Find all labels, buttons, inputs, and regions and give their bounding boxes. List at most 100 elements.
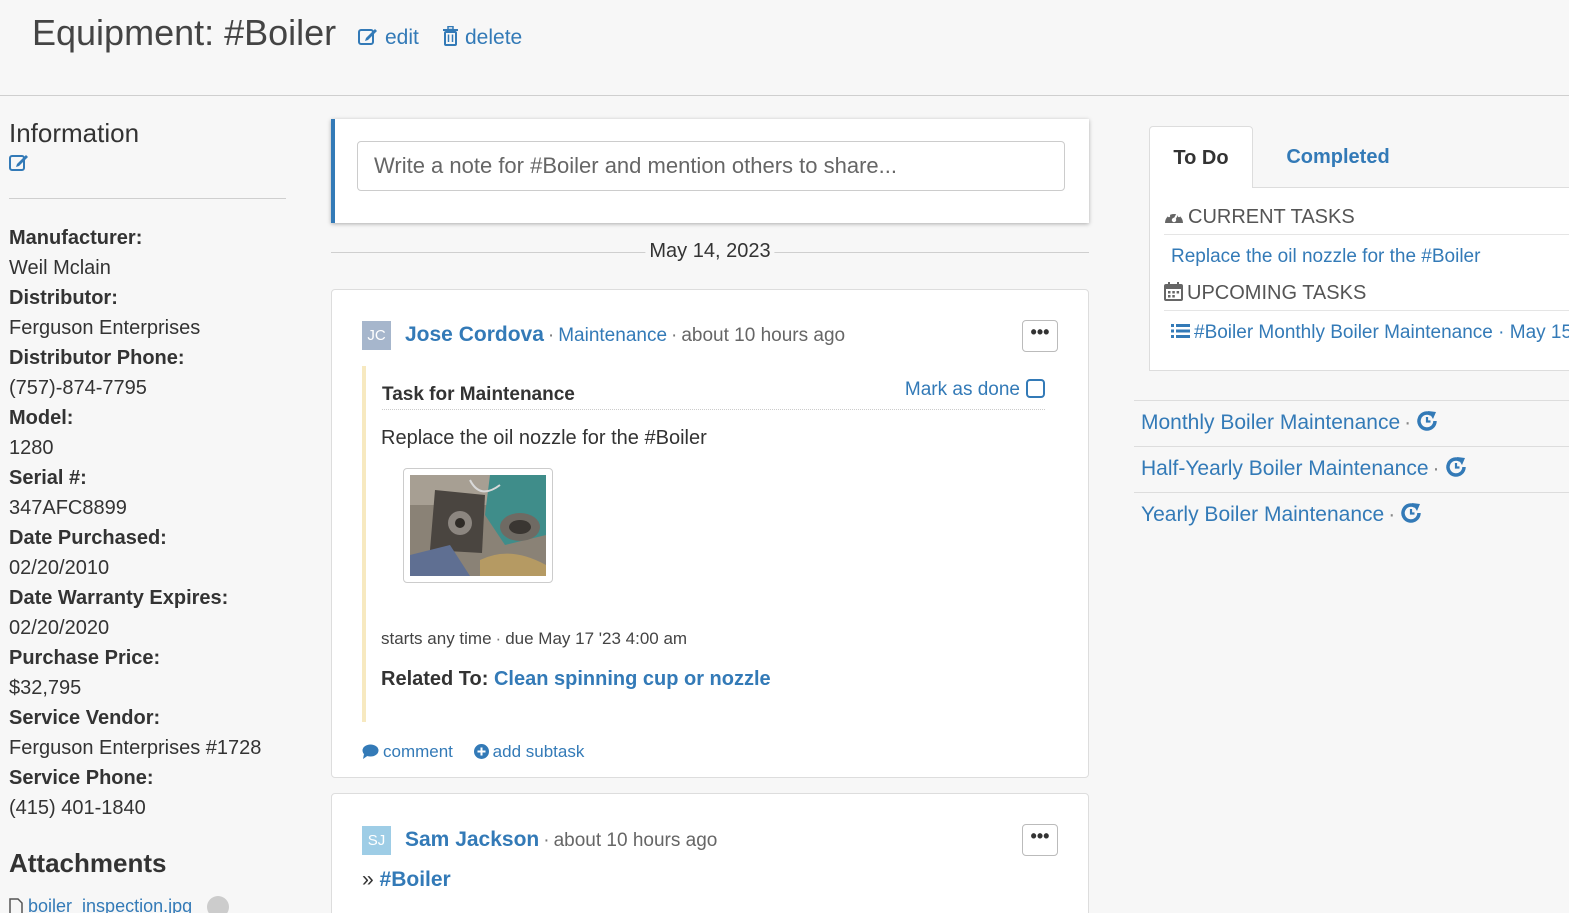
recurring-item-label: Yearly Boiler Maintenance bbox=[1141, 503, 1385, 526]
date-separator-text: May 14, 2023 bbox=[645, 240, 775, 263]
field-label: Manufacturer: bbox=[9, 227, 143, 249]
feed-post: JC Jose Cordova · Maintenance · about 10 hou… bbox=[331, 289, 1089, 778]
post-time: about 10 hours ago bbox=[553, 830, 718, 851]
post-meta: Sam Jackson · about 10 hours ago bbox=[405, 828, 717, 852]
info-field-manufacturer: Manufacturer: Weil Mclain bbox=[9, 223, 286, 283]
task-header: Task for Maintenance Mark as done bbox=[382, 378, 1045, 410]
recurring-schedule-list: Monthly Boiler Maintenance · Half-Yearly … bbox=[1134, 400, 1569, 538]
field-value: Ferguson Enterprises bbox=[9, 317, 201, 339]
separator-dot: · bbox=[1388, 503, 1396, 526]
field-value: (757)-874-7795 bbox=[9, 377, 147, 399]
boiler-photo bbox=[410, 475, 546, 576]
edit-button[interactable]: edit bbox=[358, 26, 419, 50]
field-value: 347AFC8899 bbox=[9, 497, 127, 519]
related-task-link[interactable]: Clean spinning cup or nozzle bbox=[494, 668, 771, 690]
field-label: Date Purchased: bbox=[9, 527, 167, 549]
task-schedule: starts any time · due May 17 '23 4:00 am bbox=[381, 629, 687, 649]
category-link[interactable]: Maintenance bbox=[558, 325, 667, 346]
field-label: Service Phone: bbox=[9, 767, 154, 789]
avatar: SJ bbox=[362, 826, 391, 855]
field-label: Serial #: bbox=[9, 467, 87, 489]
info-field-distributor-phone: Distributor Phone: (757)-874-7795 bbox=[9, 343, 286, 403]
recurring-item-half-yearly[interactable]: Half-Yearly Boiler Maintenance · bbox=[1134, 446, 1569, 492]
task-title: Task for Maintenance bbox=[382, 384, 575, 405]
separator-dot: · bbox=[1404, 411, 1412, 434]
recurring-icon bbox=[1417, 410, 1437, 431]
add-subtask-button[interactable]: add subtask bbox=[473, 742, 585, 761]
related-label: Related To: bbox=[381, 668, 489, 690]
post-actions: comment add subtask bbox=[362, 742, 600, 762]
separator-dot: · bbox=[671, 325, 678, 346]
post-meta: Jose Cordova · Maintenance · about 10 hours … bbox=[405, 323, 845, 347]
author-link[interactable]: Sam Jackson bbox=[405, 828, 539, 851]
page-title: Equipment: #Boiler bbox=[32, 12, 337, 53]
more-options-button[interactable]: ••• bbox=[1022, 320, 1058, 352]
comment-label: comment bbox=[383, 742, 453, 761]
mark-as-done-label: Mark as done bbox=[904, 379, 1020, 400]
avatar: JC bbox=[362, 321, 391, 350]
info-field-serial: Serial #: 347AFC8899 bbox=[9, 463, 286, 523]
plus-circle-icon bbox=[473, 743, 489, 759]
delete-label: delete bbox=[465, 26, 523, 49]
note-input[interactable] bbox=[357, 141, 1065, 191]
attachments-title: Attachments bbox=[9, 848, 167, 878]
more-options-button[interactable]: ••• bbox=[1022, 824, 1058, 856]
recurring-item-monthly[interactable]: Monthly Boiler Maintenance · bbox=[1134, 400, 1569, 446]
page-header: Equipment: #Boiler edit delete bbox=[0, 0, 1569, 96]
info-field-model: Model: 1280 bbox=[9, 403, 286, 463]
add-subtask-label: add subtask bbox=[492, 742, 585, 761]
current-tasks-header: CURRENT TASKS bbox=[1164, 206, 1355, 229]
info-divider bbox=[9, 198, 286, 199]
upcoming-tasks-label: UPCOMING TASKS bbox=[1187, 282, 1367, 304]
edit-label: edit bbox=[385, 26, 419, 49]
comment-button[interactable]: comment bbox=[362, 742, 453, 761]
file-icon bbox=[9, 898, 23, 913]
info-field-service-vendor: Service Vendor: Ferguson Enterprises #172… bbox=[9, 703, 286, 763]
remove-attachment-icon[interactable] bbox=[207, 896, 230, 913]
field-value: (415) 401-1840 bbox=[9, 797, 146, 819]
field-value: $32,795 bbox=[9, 677, 82, 699]
delete-button[interactable]: delete bbox=[442, 26, 522, 50]
current-task-link[interactable]: Replace the oil nozzle for the #Boiler bbox=[1171, 246, 1480, 268]
recurring-icon bbox=[1445, 456, 1466, 477]
dashboard-icon bbox=[1165, 210, 1183, 223]
recurring-item-yearly[interactable]: Yearly Boiler Maintenance · bbox=[1134, 492, 1569, 538]
breadcrumb-tag-link[interactable]: #Boiler bbox=[380, 868, 451, 891]
separator-dot: · bbox=[1432, 457, 1440, 480]
task-due: due May 17 '23 4:00 am bbox=[505, 629, 688, 648]
info-field-purchase-price: Purchase Price: $32,795 bbox=[9, 643, 286, 703]
attachment-link[interactable]: boiler_inspection.jpg bbox=[28, 896, 192, 913]
separator-dot: · bbox=[547, 325, 555, 346]
field-label: Service Vendor: bbox=[9, 707, 161, 729]
list-icon bbox=[1171, 323, 1190, 338]
upcoming-tasks-header: UPCOMING TASKS bbox=[1164, 282, 1366, 305]
info-edit-button[interactable] bbox=[9, 152, 286, 174]
task-start: starts any time bbox=[381, 629, 492, 648]
tab-completed[interactable]: Completed bbox=[1253, 126, 1423, 188]
calendar-icon bbox=[1164, 282, 1183, 302]
attachment-item: boiler_inspection.jpg bbox=[9, 896, 230, 913]
task-image-thumbnail[interactable] bbox=[403, 468, 553, 583]
info-field-date-purchased: Date Purchased: 02/20/2010 bbox=[9, 523, 286, 583]
field-value: 02/20/2010 bbox=[9, 557, 110, 579]
field-value: Ferguson Enterprises #1728 bbox=[9, 737, 262, 759]
field-label: Distributor: bbox=[9, 287, 118, 309]
author-link[interactable]: Jose Cordova bbox=[405, 323, 544, 346]
date-separator: May 14, 2023 bbox=[331, 240, 1089, 266]
field-value: 02/20/2020 bbox=[9, 617, 110, 639]
recurring-icon bbox=[1401, 502, 1421, 523]
comment-icon bbox=[362, 744, 379, 759]
upcoming-task-link[interactable]: #Boiler Monthly Boiler Maintenance · May… bbox=[1171, 322, 1569, 344]
mark-as-done-toggle[interactable]: Mark as done bbox=[904, 378, 1045, 401]
field-value: 1280 bbox=[9, 437, 54, 459]
feed-post: SJ Sam Jackson · about 10 hours ago ••• » … bbox=[331, 793, 1089, 913]
checkbox-icon[interactable] bbox=[1026, 378, 1045, 398]
field-label: Date Warranty Expires: bbox=[9, 587, 229, 609]
field-label: Model: bbox=[9, 407, 74, 429]
tab-to-do[interactable]: To Do bbox=[1149, 126, 1253, 188]
related-to: Related To: Clean spinning cup or nozzle bbox=[381, 668, 771, 691]
recurring-item-label: Half-Yearly Boiler Maintenance bbox=[1141, 457, 1429, 480]
recurring-item-label: Monthly Boiler Maintenance bbox=[1141, 411, 1401, 434]
task-description: Replace the oil nozzle for the #Boiler bbox=[381, 427, 707, 449]
separator-dot: · bbox=[495, 629, 502, 648]
